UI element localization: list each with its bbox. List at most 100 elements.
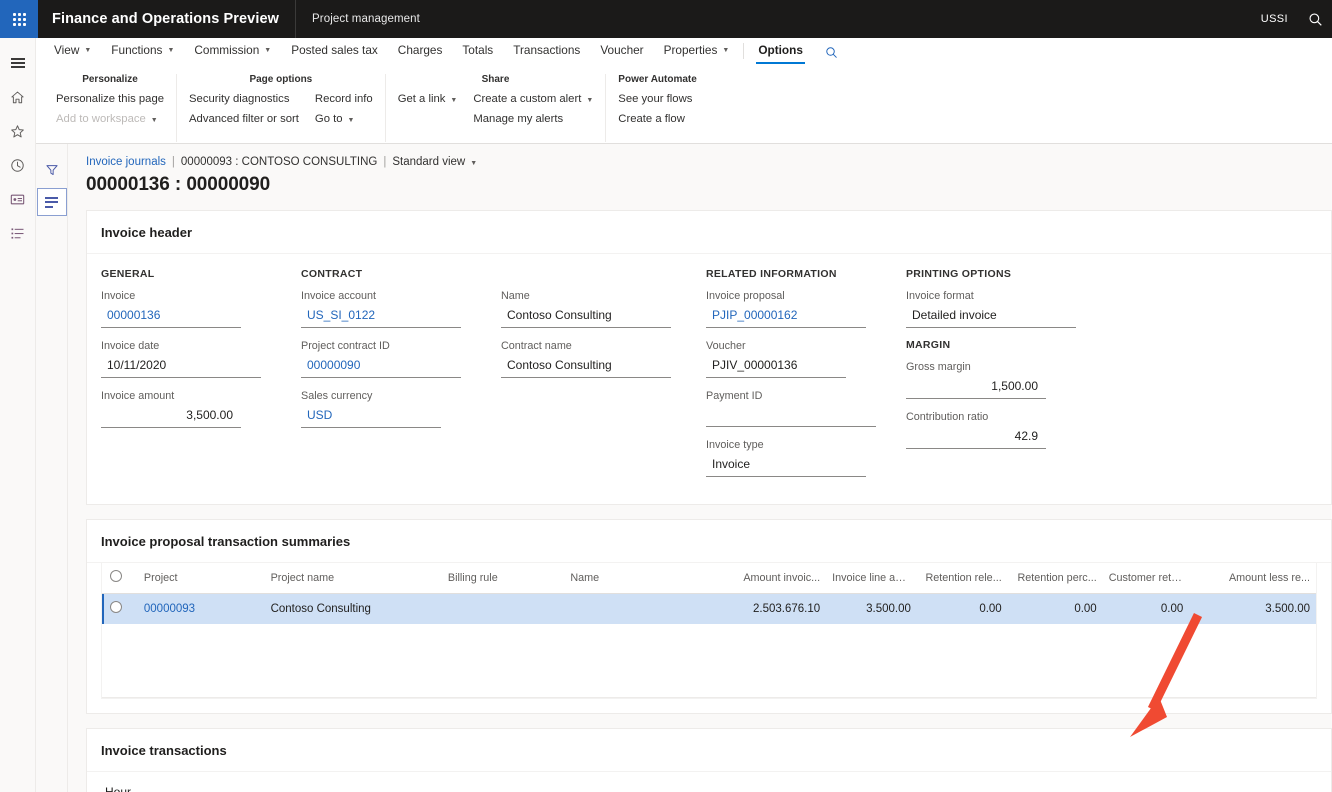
column-header-billing-rule[interactable]: Billing rule	[441, 563, 565, 594]
column-header-select[interactable]	[102, 563, 138, 594]
company-id[interactable]: USSI	[1251, 0, 1298, 38]
select-all-radio[interactable]	[110, 570, 122, 582]
field-value-contract-name[interactable]: Contoso Consulting	[501, 355, 671, 378]
menu-item-label: Voucher	[600, 42, 644, 57]
table-row[interactable]: 00000093 Contoso Consulting 2.503.676.10 3.…	[102, 593, 1316, 624]
field-label-contract-name: Contract name	[501, 340, 572, 352]
menu-item-voucher[interactable]: Voucher	[590, 38, 653, 64]
field-value-invoice-account[interactable]: US_SI_0122	[301, 305, 461, 328]
menu-item-label: Functions	[111, 42, 163, 57]
menu-item-properties[interactable]: Properties ▼	[654, 38, 740, 64]
menu-item-totals[interactable]: Totals	[452, 38, 503, 64]
transaction-summaries-empty-area	[102, 624, 1316, 698]
field-value-invoice-type[interactable]: Invoice	[706, 454, 866, 477]
menu-item-label: Charges	[397, 42, 443, 57]
waffle-grid-icon[interactable]	[0, 0, 38, 38]
ribbon-column: Security diagnostics Advanced filter or s…	[189, 92, 299, 127]
row-select-radio-cell[interactable]	[102, 593, 138, 624]
general-group-title: GENERAL	[101, 268, 155, 280]
menu-item-label: Options	[758, 42, 803, 57]
field-value-invoice-proposal[interactable]: PJIP_00000162	[706, 305, 866, 328]
field-value-invoice-format[interactable]: Detailed invoice	[906, 305, 1076, 328]
ribbon-item-go-to[interactable]: Go to ▼	[315, 112, 373, 127]
ribbon-item-get-a-link[interactable]: Get a link ▼	[398, 92, 458, 107]
ribbon-column: Create a custom alert ▼ Manage my alerts	[473, 92, 593, 127]
home-icon[interactable]	[0, 80, 36, 114]
filter-funnel-icon[interactable]	[37, 156, 67, 184]
menu-item-label: Posted sales tax	[291, 42, 378, 57]
ribbon-group-page-options: Page options Security diagnostics Advanced…	[177, 74, 386, 142]
field-value-invoice-date[interactable]: 10/11/2020	[101, 355, 261, 378]
lines-list-icon[interactable]	[36, 188, 67, 216]
search-icon[interactable]	[1298, 0, 1332, 38]
transaction-summaries-card: Invoice proposal transaction summaries P…	[86, 519, 1332, 714]
chevron-down-icon: ▼	[84, 47, 92, 54]
star-icon[interactable]	[0, 114, 36, 148]
clock-icon[interactable]	[0, 148, 36, 182]
ribbon-item-manage-my-alerts[interactable]: Manage my alerts	[473, 112, 593, 127]
view-selector[interactable]: Standard view ▼	[392, 156, 477, 168]
field-value-name[interactable]: Contoso Consulting	[501, 305, 671, 328]
field-value-gross-margin[interactable]: 1,500.00	[906, 376, 1046, 399]
ribbon-item-label: Go to	[314, 113, 343, 125]
cell-customer_retained: 0.00	[1102, 593, 1190, 624]
list-icon[interactable]	[0, 216, 36, 250]
module-title[interactable]: Project management	[296, 0, 436, 38]
search-icon[interactable]	[813, 44, 848, 64]
menu-item-commission[interactable]: Commission ▼	[184, 38, 281, 64]
field-invoice-date: Invoice date 10/11/2020	[101, 339, 297, 378]
column-header-project[interactable]: Project	[137, 563, 265, 594]
invoice-transactions-section-title[interactable]: Invoice transactions	[87, 729, 1331, 772]
invoice-header-section-title[interactable]: Invoice header	[87, 211, 1331, 254]
breadcrumb-link-invoice-journals[interactable]: Invoice journals	[86, 156, 166, 168]
column-header-customer-retai[interactable]: Customer retai...	[1102, 563, 1190, 594]
cell-project_name: Contoso Consulting	[264, 593, 442, 624]
ribbon-item-see-your-flows[interactable]: See your flows	[618, 92, 692, 107]
field-value-payment-id[interactable]	[706, 405, 876, 427]
contract-names-spacer	[501, 268, 702, 280]
ribbon-item-label: Advanced filter or sort	[189, 113, 299, 125]
field-value-voucher[interactable]: PJIV_00000136	[706, 355, 846, 378]
ribbon-item-record-info[interactable]: Record info	[315, 92, 373, 107]
column-header-retention-rele[interactable]: Retention rele...	[916, 563, 1008, 594]
column-header-name[interactable]: Name	[564, 563, 730, 594]
menu-item-functions[interactable]: Functions ▼	[101, 38, 184, 64]
chevron-down-icon: ▼	[264, 47, 272, 54]
hamburger-menu-icon[interactable]	[0, 46, 36, 80]
cell-value: Contoso Consulting	[270, 602, 371, 615]
left-navigation-rail	[0, 38, 36, 792]
field-value-project-contract-id[interactable]: 00000090	[301, 355, 461, 378]
menu-item-options[interactable]: Options	[748, 38, 813, 64]
ribbon-item-label: Create a custom alert	[473, 93, 582, 105]
field-value-invoice-amount[interactable]: 3,500.00	[101, 405, 241, 428]
column-header-amount-invoic[interactable]: Amount invoic...	[729, 563, 827, 594]
field-value-sales-currency[interactable]: USD	[301, 405, 441, 428]
table-header-row: Project Project name Billing rule Name Amoun…	[102, 563, 1316, 594]
cell-project[interactable]: 00000093	[137, 593, 265, 624]
ribbon-item-advanced-filter-or-sort[interactable]: Advanced filter or sort	[189, 112, 299, 127]
field-invoice-amount: Invoice amount 3,500.00	[101, 389, 297, 428]
column-header-invoice-line-am[interactable]: Invoice line am...	[826, 563, 917, 594]
ribbon-group-title: Share	[481, 74, 510, 85]
menu-item-posted-sales-tax[interactable]: Posted sales tax	[281, 38, 388, 64]
ribbon-item-security-diagnostics[interactable]: Security diagnostics	[189, 92, 299, 107]
menu-item-transactions[interactable]: Transactions	[503, 38, 590, 64]
column-header-project-name[interactable]: Project name	[264, 563, 442, 594]
menu-item-view[interactable]: View ▼	[44, 38, 101, 64]
ribbon-item-personalize-this-page[interactable]: Personalize this page	[56, 92, 164, 107]
menu-item-charges[interactable]: Charges	[388, 38, 453, 64]
content-area: Invoice journals | 00000093 : CONTOSO CO…	[36, 144, 1332, 792]
app-title: Finance and Operations Preview	[38, 0, 297, 38]
tab-hour[interactable]: Hour	[103, 782, 133, 792]
column-header-amount-less-re[interactable]: Amount less re...	[1189, 563, 1316, 594]
ribbon-item-create-a-flow[interactable]: Create a flow	[618, 112, 692, 127]
row-select-radio[interactable]	[110, 601, 122, 613]
workspace-card-icon[interactable]	[0, 182, 36, 216]
field-value-invoice[interactable]: 00000136	[101, 305, 241, 328]
ribbon-item-label: Get a link	[397, 93, 446, 105]
column-header-retention-perc[interactable]: Retention perc...	[1007, 563, 1103, 594]
ribbon-item-create-a-custom-alert[interactable]: Create a custom alert ▼	[473, 92, 593, 107]
transaction-summaries-section-title[interactable]: Invoice proposal transaction summaries	[87, 520, 1331, 563]
field-value-contribution-ratio[interactable]: 42.9	[906, 426, 1046, 449]
